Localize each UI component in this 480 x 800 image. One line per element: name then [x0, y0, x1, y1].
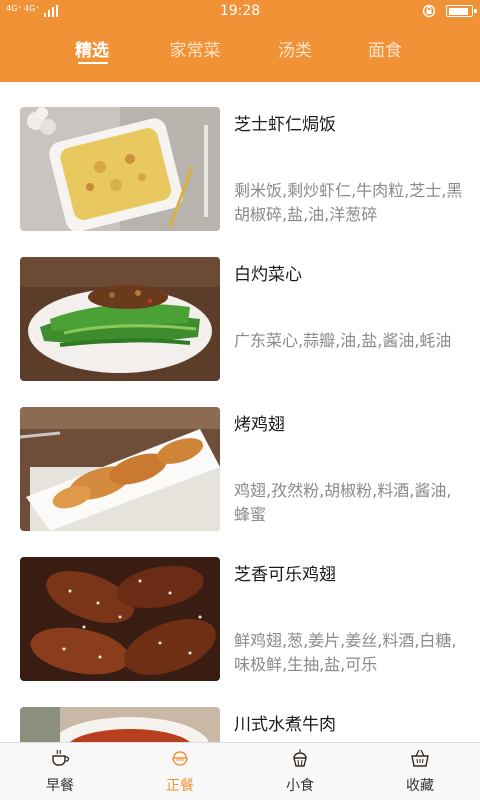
recipe-thumbnail: [20, 257, 220, 381]
tab-soups[interactable]: 汤类: [255, 36, 335, 66]
recipe-card[interactable]: 烤鸡翅 鸡翅,孜然粉,胡椒粉,料酒,酱油,蜂蜜: [0, 407, 480, 537]
recipe-card[interactable]: 芝香可乐鸡翅 鲜鸡翅,葱,姜片,姜丝,料酒,白糖,味极鲜,生抽,盐,可乐: [0, 557, 480, 687]
recipe-ingredients: 剩米饭,剩炒虾仁,牛肉粒,芝士,黑胡椒碎,盐,油,洋葱碎: [234, 181, 463, 224]
nav-label: 正餐: [166, 778, 194, 794]
recipe-card[interactable]: 白灼菜心 广东菜心,蒜瓣,油,盐,酱油,蚝油: [0, 257, 480, 387]
basket-icon: [411, 749, 429, 767]
recipe-card[interactable]: 芝士虾仁焗饭 剩米饭,剩炒虾仁,牛肉粒,芝士,黑胡椒碎,盐,油,洋葱碎: [0, 107, 480, 237]
nav-label: 收藏: [406, 778, 434, 794]
tab-noodles[interactable]: 面食: [345, 36, 425, 66]
bottom-navigation: 早餐 正餐 小食 收藏: [0, 742, 480, 800]
recipe-ingredients: 鸡翅,孜然粉,胡椒粉,料酒,酱油,蜂蜜: [234, 481, 452, 524]
recipe-thumbnail: [20, 707, 220, 742]
nav-main-meals[interactable]: 正餐: [120, 743, 240, 800]
coffee-cup-icon: [52, 749, 70, 766]
recipe-title: 白灼菜心: [234, 265, 302, 285]
active-tab-indicator: [78, 62, 108, 64]
recipe-ingredients: 鲜鸡翅,葱,姜片,姜丝,料酒,白糖,味极鲜,生抽,盐,可乐: [234, 631, 457, 674]
recipe-title: 川式水煮牛肉: [234, 715, 336, 735]
nav-label: 小食: [286, 778, 314, 794]
rice-bowl-icon: [172, 751, 188, 766]
app-header: 4G⁺ 4G⁺ 19:28 精选 家常菜 汤类 面食: [0, 0, 480, 82]
recipe-thumbnail: [20, 407, 220, 531]
battery-icon: [446, 5, 477, 17]
status-bar: 4G⁺ 4G⁺ 19:28: [0, 0, 480, 24]
nav-snacks[interactable]: 小食: [240, 743, 360, 800]
recipe-title: 芝士虾仁焗饭: [234, 115, 336, 135]
rotation-lock-icon: [422, 4, 436, 18]
recipe-thumbnail: [20, 107, 220, 231]
recipe-card[interactable]: 川式水煮牛肉: [0, 707, 480, 742]
nav-label: 早餐: [46, 778, 74, 794]
tab-home-cooking[interactable]: 家常菜: [155, 36, 235, 66]
recipe-title: 芝香可乐鸡翅: [234, 565, 336, 585]
category-tabs: 精选 家常菜 汤类 面食: [0, 36, 480, 72]
recipe-thumbnail: [20, 557, 220, 681]
cupcake-icon: [293, 749, 307, 767]
status-time: 19:28: [219, 3, 261, 19]
nav-breakfast[interactable]: 早餐: [0, 743, 120, 800]
nav-favorites[interactable]: 收藏: [360, 743, 480, 800]
recipe-list[interactable]: 芝士虾仁焗饭 剩米饭,剩炒虾仁,牛肉粒,芝士,黑胡椒碎,盐,油,洋葱碎 白灼菜心…: [0, 82, 480, 742]
recipe-ingredients: 广东菜心,蒜瓣,油,盐,酱油,蚝油: [234, 331, 452, 350]
recipe-title: 烤鸡翅: [234, 415, 285, 435]
